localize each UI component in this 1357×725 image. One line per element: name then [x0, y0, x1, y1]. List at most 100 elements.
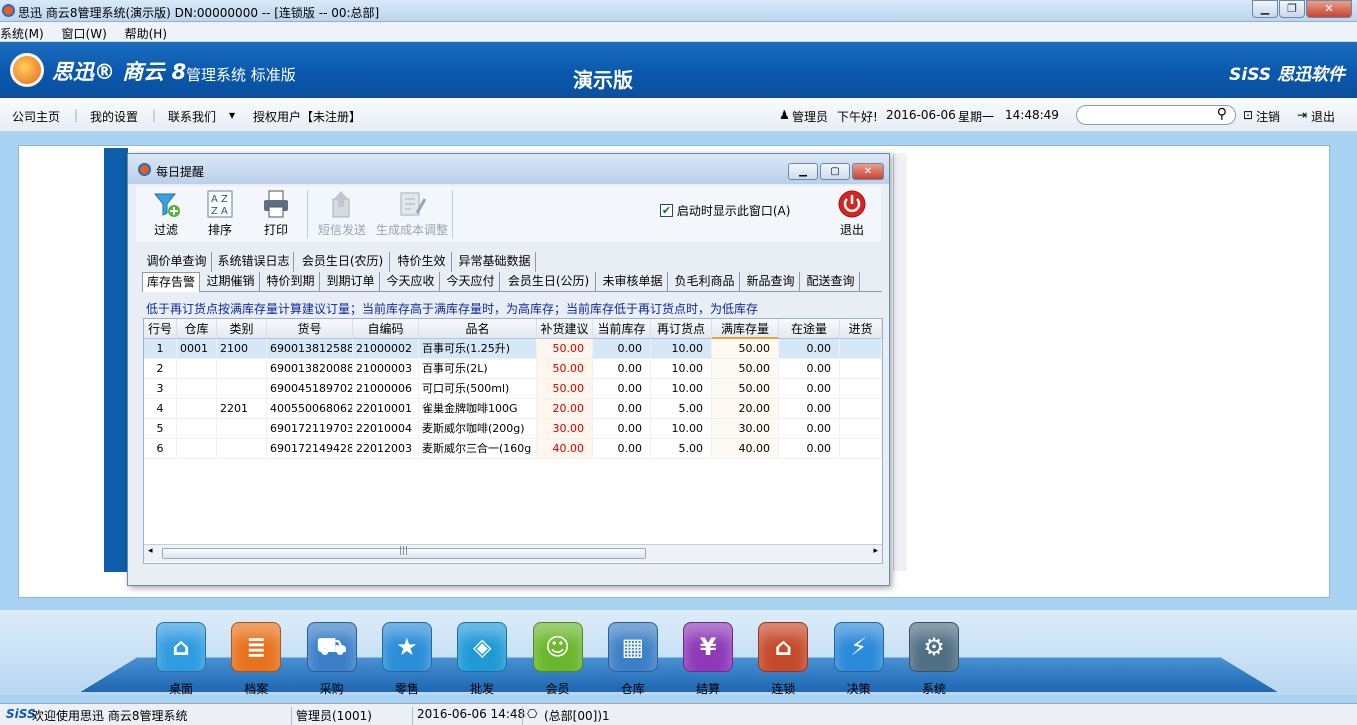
cell-sug: 40.00 — [537, 439, 593, 459]
dock-item-chain-store[interactable]: ⌂ 连锁 — [755, 622, 811, 697]
tab-receivable-today[interactable]: 今天应收 — [382, 272, 440, 292]
tab-special-price-expiry[interactable]: 特价到期 — [262, 272, 320, 292]
filter-button[interactable]: 过滤 — [142, 189, 190, 239]
warehouse-icon: ▦ — [607, 622, 658, 672]
home-icon: ⌂ — [156, 622, 206, 672]
cell-sku: 6901721494281 — [267, 439, 353, 459]
column-header[interactable]: 再订货点 — [651, 319, 712, 339]
tab-distribution-query[interactable]: 配送查询 — [802, 272, 860, 292]
cell-reorder: 10.00 — [651, 359, 712, 379]
dock-item-member[interactable]: ☺ 会员 — [530, 622, 586, 697]
dock-item-label: 档案 — [244, 682, 269, 696]
column-header[interactable]: 行号 — [144, 319, 177, 339]
tab-special-price-active[interactable]: 特价生效 — [392, 252, 452, 272]
menu-window[interactable]: 窗口(W) — [62, 22, 111, 42]
cell-sug: 50.00 — [537, 379, 593, 399]
lock-icon: ⊡ — [1243, 108, 1254, 122]
dock-item-label: 采购 — [319, 682, 344, 696]
scroll-left-arrow-icon[interactable]: ◂ — [148, 546, 153, 556]
cell-no: 3 — [144, 379, 177, 399]
column-header[interactable]: 在途量 — [779, 319, 840, 339]
show-on-startup-checkbox[interactable]: ✔ 启动时显示此窗口(A) — [660, 202, 790, 219]
nav-contact-link[interactable]: 联系我们 — [168, 108, 216, 125]
cell-sug: 20.00 — [537, 399, 593, 419]
menu-system[interactable]: 系统(M) — [0, 22, 48, 42]
dock-item-home[interactable]: ⌂ 桌面 — [153, 622, 209, 697]
nav-settings-link[interactable]: 我的设置 — [90, 108, 138, 125]
tab-member-birthday-solar[interactable]: 会员生日(公历) — [502, 272, 596, 292]
column-header[interactable]: 进货 — [840, 319, 882, 339]
tab-price-adjust-query[interactable]: 调价单查询 — [142, 252, 212, 272]
tab-due-orders[interactable]: 到期订单 — [322, 272, 380, 292]
cell-wh: 0001 — [177, 339, 217, 359]
nav-home-link[interactable]: 公司主页 — [12, 108, 60, 125]
tab-member-birthday-lunar[interactable]: 会员生日(农历) — [296, 252, 390, 272]
brand-name: 思迅® 商云 8 — [52, 60, 187, 84]
column-header[interactable]: 补货建议 — [537, 319, 593, 339]
tab-unapproved-docs[interactable]: 未审核单据 — [598, 272, 668, 292]
column-header[interactable]: 自编码 — [353, 319, 419, 339]
scroll-thumb[interactable]: ||| — [162, 546, 646, 559]
table-row[interactable]: 3 6900451897027 21000006 可口可乐(500ml) 50.00 0.… — [144, 379, 882, 399]
dialog-maximize-button[interactable]: ▢ — [820, 163, 850, 180]
table-row[interactable]: 5 6901721197038 22010004 麦斯威尔咖啡(200g) 30.00 0… — [144, 419, 882, 439]
svg-text:A: A — [211, 194, 218, 205]
column-header[interactable]: 品名 — [419, 319, 537, 339]
column-header[interactable]: 仓库 — [177, 319, 217, 339]
sms-upload-icon — [332, 191, 350, 218]
close-button[interactable]: ✕ — [1306, 0, 1352, 18]
dialog-close-button[interactable]: ✕ — [852, 163, 884, 180]
cell-empty — [840, 339, 882, 359]
column-header[interactable]: 满库存量 — [712, 319, 779, 339]
exit-link[interactable]: 退出 — [1311, 108, 1335, 125]
generate-cost-adjustment-button[interactable]: 生成成本调整 — [374, 189, 450, 239]
tab-negative-margin-goods[interactable]: 负毛利商品 — [670, 272, 740, 292]
print-button[interactable]: 打印 — [252, 189, 300, 239]
tab-expiry-promotion[interactable]: 过期催销 — [202, 272, 260, 292]
cell-transit: 0.00 — [779, 339, 840, 359]
column-header[interactable]: 货号 — [267, 319, 353, 339]
dock-item-warehouse[interactable]: ▦ 仓库 — [605, 622, 661, 697]
tab-payable-today[interactable]: 今天应付 — [442, 272, 500, 292]
menu-help[interactable]: 帮助(H) — [125, 22, 171, 42]
dock-item-lightning[interactable]: ⚡ 决策 — [831, 622, 887, 697]
nav-dropdown-icon[interactable]: ▾ — [229, 108, 235, 122]
dock-item-cart-add[interactable]: ⛟ 采购 — [304, 622, 360, 697]
dock-item-yen[interactable]: ¥ 结算 — [680, 622, 736, 697]
cell-no: 2 — [144, 359, 177, 379]
dock-item-document[interactable]: ≣ 档案 — [228, 622, 284, 697]
minimize-button[interactable]: ▁ — [1252, 0, 1278, 18]
sms-send-button[interactable]: 短信发送 — [314, 189, 370, 239]
logout-link[interactable]: 注销 — [1256, 108, 1280, 125]
dialog-minimize-button[interactable]: ▁ — [788, 163, 818, 180]
sort-button[interactable]: AZZA 排序 — [196, 189, 244, 239]
cell-wh — [177, 399, 217, 419]
maximize-button[interactable]: ❐ — [1279, 0, 1305, 18]
tab-stock-alert[interactable]: 库存告警 — [142, 272, 200, 292]
column-header[interactable]: 类别 — [217, 319, 267, 339]
dialog-exit-button[interactable]: 退出 — [828, 189, 876, 239]
nav-separator: | — [152, 108, 157, 122]
cell-stock: 0.00 — [593, 339, 651, 359]
dock-item-gear[interactable]: ⚙ 系统 — [906, 622, 962, 697]
dock-item-cart-star[interactable]: ★ 零售 — [379, 622, 435, 697]
work-area-vertical-scrollbar[interactable] — [893, 153, 907, 571]
user-icon: ♟ — [779, 108, 790, 122]
tab-new-products[interactable]: 新品查询 — [742, 272, 800, 292]
search-input[interactable]: ⚲ — [1076, 105, 1236, 125]
cell-stock: 0.00 — [593, 399, 651, 419]
table-row[interactable]: 1 0001 2100 6900138125887 21000002 百事可乐(1.25升… — [144, 339, 882, 359]
cart-add-icon: ⛟ — [306, 622, 357, 672]
search-icon[interactable]: ⚲ — [1217, 106, 1227, 122]
tab-system-error-log[interactable]: 系统错误日志 — [214, 252, 294, 272]
scroll-right-arrow-icon[interactable]: ▸ — [873, 546, 878, 556]
table-row[interactable]: 4 2201 4005500680628 22010001 雀巢金牌咖啡100G 20.0… — [144, 399, 882, 419]
table-horizontal-scrollbar[interactable]: ◂ ||| ▸ — [144, 544, 882, 562]
column-header[interactable]: 当前库存 — [593, 319, 651, 339]
dock-item-label: 结算 — [696, 682, 721, 696]
tab-abnormal-base-data[interactable]: 异常基础数据 — [454, 252, 536, 272]
table-row[interactable]: 2 6900138200881 21000003 百事可乐(2L) 50.00 0.00 1… — [144, 359, 882, 379]
dock-item-tag[interactable]: ◈ 批发 — [454, 622, 510, 697]
table-row[interactable]: 6 6901721494281 22012003 麦斯威尔三合一(160g 40.00 0… — [144, 439, 882, 459]
cell-empty — [840, 439, 882, 459]
